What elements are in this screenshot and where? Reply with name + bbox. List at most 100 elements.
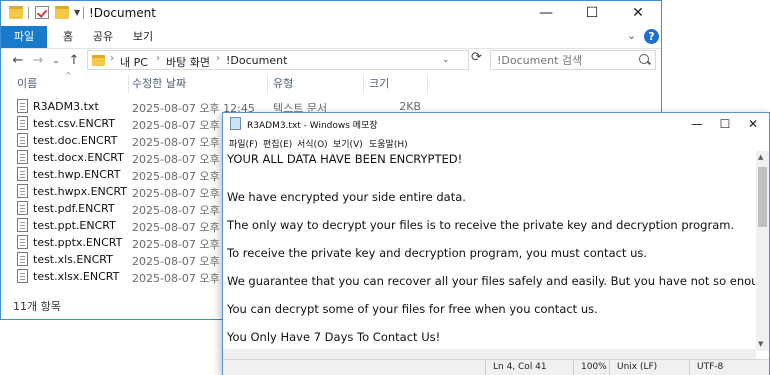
file-name: R3ADM3.txt [33,100,99,113]
document-icon [17,252,28,266]
column-divider[interactable] [427,74,428,94]
cursor-position: Ln 4, Col 41 [493,362,547,372]
file-name: test.ppt.ENCRT [33,219,116,232]
search-icon [639,54,649,64]
line-ending: Unix (LF) [617,362,658,372]
divider [28,7,29,19]
column-header-type[interactable]: 유형 [273,74,293,94]
tab-share[interactable]: 공유 [87,26,119,48]
document-icon [17,116,28,130]
notepad-window: R3ADM3.txt - Windows 메모장 — ☐ ✕ 파일(F) 편집(… [222,112,770,375]
text-line: You Only Have 7 Days To Contact Us! [227,330,441,344]
document-icon [17,184,28,198]
item-count: 11개 항목 [13,300,61,313]
address-bar[interactable]: › 내 PC › 바탕 화면 › !Document ⌄ [87,50,469,70]
divider [83,7,84,19]
scroll-thumb[interactable] [758,167,767,227]
file-name: test.xlsx.ENCRT [33,270,120,283]
document-icon [17,218,28,232]
file-name: test.hwp.ENCRT [33,168,121,181]
document-icon [17,133,28,147]
zoom-level: 100% [581,362,607,372]
menu-file[interactable]: 파일(F) [229,137,258,150]
document-icon [17,235,28,249]
column-header-size[interactable]: 크기 [369,74,389,94]
text-line: YOUR ALL DATA HAVE BEEN ENCRYPTED! [227,152,463,166]
vertical-scrollbar[interactable]: ▲ ▼ [756,151,769,351]
scroll-up-icon[interactable]: ▲ [758,153,763,161]
breadcrumb-document[interactable]: !Document [226,54,287,67]
recent-locations-button[interactable]: ⌄ [47,52,65,70]
help-icon[interactable]: ? [644,29,659,44]
text-line: The only way to decrypt your files is to… [227,218,735,232]
menu-format[interactable]: 서식(O) [297,137,328,150]
maximize-button[interactable]: ☐ [569,1,615,26]
properties-icon[interactable] [35,6,49,19]
text-line: To receive the private key and decryptio… [227,246,648,260]
maximize-button[interactable]: ☐ [711,113,739,135]
window-title: !Document [89,6,156,20]
divider [609,360,610,375]
document-icon [17,99,28,113]
menu-edit[interactable]: 편집(E) [263,137,292,150]
forward-button[interactable]: → [29,52,47,70]
breadcrumb-desktop[interactable]: 바탕 화면 [166,54,210,70]
close-button[interactable]: ✕ [739,113,767,135]
notepad-statusbar: Ln 4, Col 41 100% Unix (LF) UTF-8 [223,359,769,375]
sort-ascending-icon: ^ [65,71,72,80]
text-line: You can decrypt some of your files for f… [227,302,598,316]
file-name: test.hwpx.ENCRT [33,185,127,198]
folder-icon [92,55,105,66]
back-button[interactable]: ← [9,52,27,70]
explorer-titlebar: ▼ !Document — ☐ ✕ [1,1,661,26]
expand-ribbon-icon[interactable]: ⌄ [627,29,636,42]
window-title: R3ADM3.txt - Windows 메모장 [247,121,378,131]
search-input[interactable] [490,50,656,70]
text-editor[interactable]: YOUR ALL DATA HAVE BEEN ENCRYPTED! We hav… [227,151,755,349]
column-divider[interactable] [128,74,129,94]
file-name: test.xls.ENCRT [33,253,113,266]
minimize-button[interactable]: — [523,1,569,26]
up-button[interactable]: ↑ [65,52,83,70]
file-name: test.docx.ENCRT [33,151,124,164]
breadcrumb-separator: › [216,53,220,64]
customize-toolbar-icon[interactable]: ▼ [74,8,80,17]
navigation-bar: ← → ⌄ ↑ › 내 PC › 바탕 화면 › !Document ⌄ ⟳ [1,48,661,74]
folder-icon [9,6,23,19]
column-divider[interactable] [363,74,364,94]
file-name: test.csv.ENCRT [33,117,115,130]
divider [573,360,574,375]
divider [485,360,486,375]
column-header-name[interactable]: 이름 [17,74,37,94]
horizontal-scrollbar[interactable] [223,349,756,359]
menu-help[interactable]: 도움말(H) [369,137,408,150]
file-name: test.pdf.ENCRT [33,202,115,215]
notepad-titlebar: R3ADM3.txt - Windows 메모장 — ☐ ✕ [223,113,769,135]
minimize-button[interactable]: — [683,113,711,135]
tab-file[interactable]: 파일 [1,26,47,48]
menu-bar: 파일(F) 편집(E) 서식(O) 보기(V) 도움말(H) [223,135,769,151]
breadcrumb-this-pc[interactable]: 내 PC [120,54,148,70]
scroll-down-icon[interactable]: ▼ [758,340,763,348]
file-name: test.pptx.ENCRT [33,236,123,249]
menu-view[interactable]: 보기(V) [333,137,363,150]
document-icon [17,167,28,181]
breadcrumb-separator: › [110,53,114,64]
new-folder-icon[interactable] [55,6,69,19]
ribbon-tabs: 파일 홈 공유 보기 ⌄ ? [1,26,661,49]
address-dropdown-icon[interactable]: ⌄ [442,55,450,65]
breadcrumb-separator: › [156,53,160,64]
document-icon [17,269,28,283]
column-header-date[interactable]: 수정한 날짜 [132,74,186,94]
tab-view[interactable]: 보기 [127,26,159,48]
tab-home[interactable]: 홈 [55,26,81,48]
file-name: test.doc.ENCRT [33,134,118,147]
notepad-icon [230,117,241,130]
encoding: UTF-8 [697,362,724,372]
column-divider[interactable] [267,74,268,94]
document-icon [17,201,28,215]
refresh-icon[interactable]: ⟳ [471,50,482,65]
text-line: We guarantee that you can recover all yo… [227,274,755,288]
close-button[interactable]: ✕ [615,1,661,26]
document-icon [17,150,28,164]
